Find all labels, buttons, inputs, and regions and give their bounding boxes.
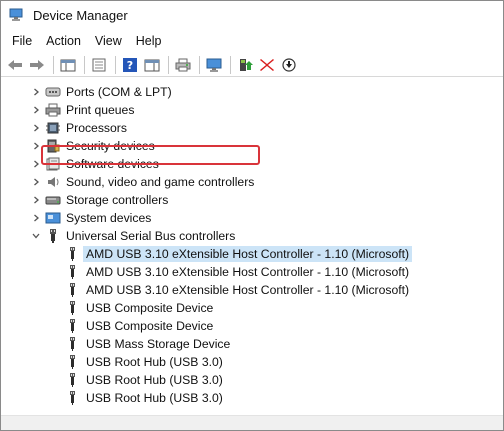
usb-device-icon [65, 337, 81, 351]
device-label: AMD USB 3.10 eXtensible Host Controller … [86, 283, 410, 297]
chevron-right-icon[interactable] [31, 213, 41, 223]
device-label: USB Root Hub (USB 3.0) [86, 373, 223, 387]
toolbar: ? [1, 53, 503, 77]
device-item[interactable]: USB Composite Device [65, 317, 216, 335]
menu-view[interactable]: View [88, 34, 129, 48]
update-driver-icon[interactable] [235, 55, 255, 75]
usb-icon [45, 229, 61, 243]
chevron-right-icon[interactable] [31, 105, 41, 115]
category-label: Universal Serial Bus controllers [66, 229, 236, 243]
device-label: USB Root Hub (USB 3.0) [86, 391, 223, 405]
chevron-right-icon[interactable] [31, 87, 41, 97]
device-manager-window: Device Manager File Action View Help ? P… [0, 0, 504, 431]
device-item[interactable]: AMD USB 3.10 eXtensible Host Controller … [65, 245, 413, 263]
device-item[interactable]: USB Root Hub (USB 3.0) [65, 389, 226, 407]
category-label: Sound, video and game controllers [66, 175, 255, 189]
toolbar-separator [199, 55, 200, 74]
device-label: USB Composite Device [86, 319, 214, 333]
system-icon [45, 211, 61, 225]
device-label: AMD USB 3.10 eXtensible Host Controller … [86, 265, 410, 279]
category-label: Print queues [66, 103, 135, 117]
title-bar: Device Manager [1, 1, 503, 29]
tree-category[interactable]: Ports (COM & LPT) [45, 83, 175, 101]
svg-text:?: ? [127, 59, 133, 72]
tree-category[interactable]: Storage controllers [45, 191, 171, 209]
usb-device-icon [65, 373, 81, 387]
disable-device-icon[interactable] [279, 55, 299, 75]
toolbar-separator [84, 55, 85, 74]
toolbar-separator [168, 55, 169, 74]
processor-icon [45, 121, 61, 135]
tree-category[interactable]: Processors [45, 119, 130, 137]
action-pane-icon[interactable] [142, 55, 162, 75]
tree-category-usb-controllers[interactable]: Universal Serial Bus controllers [45, 227, 238, 245]
uninstall-icon[interactable] [257, 55, 277, 75]
back-arrow-icon[interactable] [5, 55, 25, 75]
device-item[interactable]: AMD USB 3.10 eXtensible Host Controller … [65, 263, 412, 281]
chevron-right-icon[interactable] [31, 177, 41, 187]
menu-action[interactable]: Action [39, 34, 88, 48]
menu-help[interactable]: Help [129, 34, 169, 48]
port-icon [45, 85, 61, 99]
storage-icon [45, 193, 61, 207]
toolbar-separator [53, 55, 54, 74]
show-hide-console-tree-icon[interactable] [58, 55, 78, 75]
usb-device-icon [65, 247, 81, 261]
device-item[interactable]: USB Composite Device [65, 299, 216, 317]
properties-icon[interactable] [89, 55, 109, 75]
menu-file[interactable]: File [5, 34, 39, 48]
category-label: Storage controllers [66, 193, 169, 207]
tree-category[interactable]: System devices [45, 209, 154, 227]
category-label: System devices [66, 211, 152, 225]
device-label: USB Root Hub (USB 3.0) [86, 355, 223, 369]
category-label: Ports (COM & LPT) [66, 85, 172, 99]
usb-device-icon [65, 319, 81, 333]
toolbar-separator [115, 55, 116, 74]
usb-device-icon [65, 265, 81, 279]
chevron-right-icon[interactable] [31, 141, 41, 151]
print-icon[interactable] [173, 55, 193, 75]
forward-arrow-icon[interactable] [27, 55, 47, 75]
device-item[interactable]: AMD USB 3.10 eXtensible Host Controller … [65, 281, 412, 299]
help-icon[interactable]: ? [120, 55, 140, 75]
device-item[interactable]: USB Root Hub (USB 3.0) [65, 353, 226, 371]
tree-category[interactable]: Sound, video and game controllers [45, 173, 257, 191]
device-label: AMD USB 3.10 eXtensible Host Controller … [83, 246, 413, 262]
horizontal-scrollbar[interactable] [1, 415, 503, 430]
device-label: USB Composite Device [86, 301, 214, 315]
chevron-right-icon[interactable] [31, 123, 41, 133]
device-tree: Ports (COM & LPT) Print queues Processors S… [1, 81, 503, 416]
chevron-down-icon[interactable] [31, 231, 41, 241]
usb-device-icon [65, 283, 81, 297]
usb-device-icon [65, 301, 81, 315]
usb-device-icon [65, 355, 81, 369]
chevron-right-icon[interactable] [31, 195, 41, 205]
highlight-annotation [41, 145, 260, 165]
category-label: Processors [66, 121, 127, 135]
speaker-icon [45, 175, 61, 189]
chevron-right-icon[interactable] [31, 159, 41, 169]
device-item[interactable]: USB Mass Storage Device [65, 335, 233, 353]
printer-icon [45, 103, 61, 117]
device-item[interactable]: USB Root Hub (USB 3.0) [65, 371, 226, 389]
device-manager-icon [9, 8, 25, 22]
tree-category[interactable]: Print queues [45, 101, 137, 119]
menu-bar: File Action View Help [1, 31, 503, 51]
device-label: USB Mass Storage Device [86, 337, 231, 351]
window-title: Device Manager [33, 7, 128, 23]
usb-device-icon [65, 391, 81, 405]
scan-hardware-icon[interactable] [204, 55, 224, 75]
toolbar-separator [230, 55, 231, 74]
